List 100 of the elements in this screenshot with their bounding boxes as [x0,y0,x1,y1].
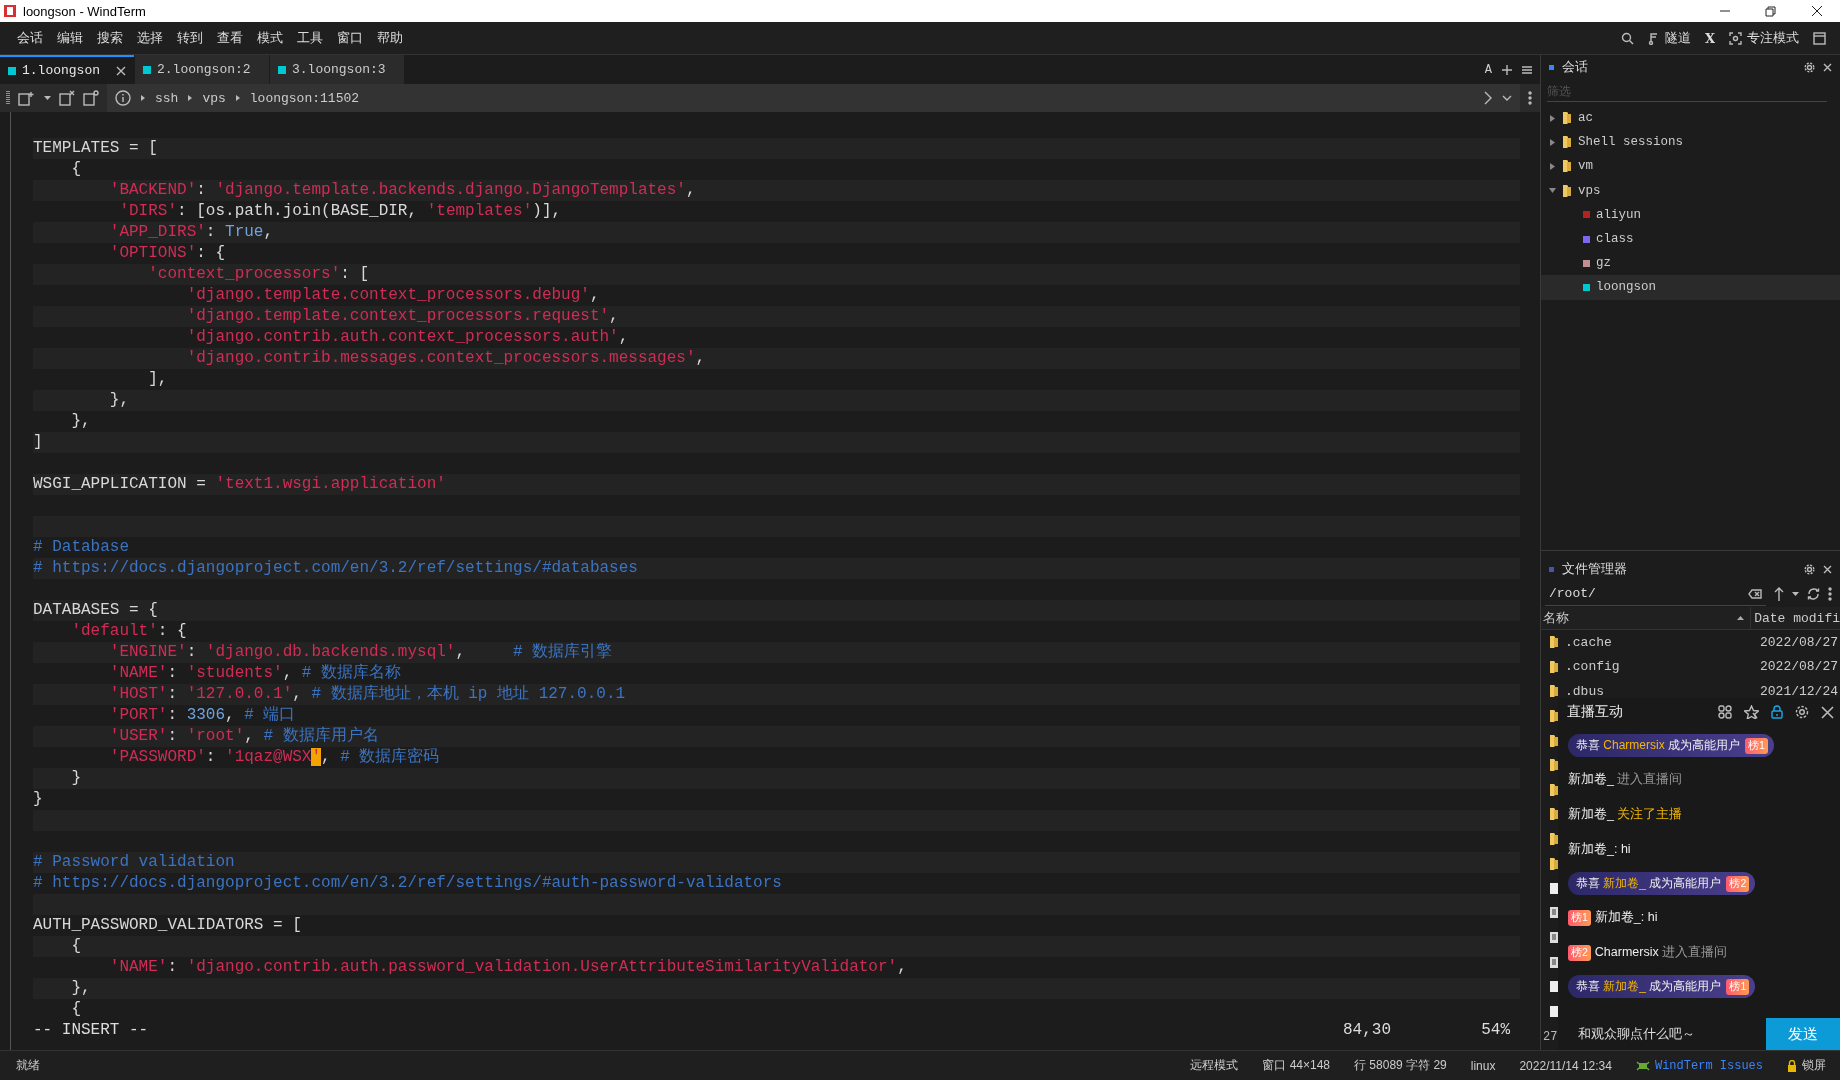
tree-item[interactable]: vm [1541,154,1840,179]
code-line: ] [33,433,43,451]
file-icon [1549,881,1559,895]
tree-item[interactable]: ac [1541,106,1840,131]
code-line: 'BACKEND': 'django.template.backends.django.DjangoTemplates', [108,181,696,199]
search-icon[interactable] [1620,31,1634,45]
file-name[interactable]: .cache [1559,634,1760,650]
add-icon[interactable] [1502,64,1512,75]
code-line: # Database [33,538,129,556]
x-button[interactable]: X [1704,30,1715,46]
chevron-right-icon[interactable] [1484,91,1492,105]
chat-input[interactable]: 和观众聊点什么吧～ [1558,1026,1766,1042]
tab[interactable]: 2.loongson:2 [135,55,269,84]
new-tab-icon[interactable] [18,90,36,106]
code-line: TEMPLATES = [ [33,139,158,157]
detach-icon[interactable] [59,90,75,106]
close-icon[interactable] [1823,62,1832,72]
lock-screen-button[interactable]: 锁屏 [1802,1057,1826,1074]
menu-item[interactable]: 工具 [290,25,330,51]
panel-icon [1549,64,1554,70]
panel-icon [1549,566,1554,572]
code-line: { [70,937,81,955]
file-name[interactable]: .config [1559,659,1760,675]
clear-icon[interactable] [1748,588,1762,599]
info-icon[interactable] [115,90,131,106]
menu-item[interactable]: 搜索 [90,25,130,51]
more-icon[interactable] [1528,91,1532,105]
issues-link[interactable]: WindTerm Issues [1654,1058,1763,1073]
gift-message: 恭喜 新加卷_ 成为高能用户 [1576,978,1722,995]
lock-icon [1787,1059,1797,1072]
focus-mode-button[interactable]: 专注模式 [1729,29,1799,47]
restore-icon[interactable] [1764,5,1778,17]
menu-icon[interactable] [1522,64,1532,75]
breadcrumb-item[interactable]: loongson:11502 [249,90,360,106]
menu-item[interactable]: 编辑 [50,25,90,51]
up-arrow-icon[interactable] [1774,587,1784,601]
tree-item[interactable]: Shell sessions [1541,130,1840,155]
breadcrumb-item[interactable]: vps [202,90,226,106]
caret-right-icon [188,95,193,101]
refresh-icon[interactable] [1807,587,1820,601]
panel-title: 会话 [1562,58,1588,76]
window-title: loongson - WindTerm [23,3,146,19]
file-name[interactable]: .dbus [1559,684,1760,699]
chevron-down-icon[interactable] [1502,95,1512,101]
editor-mode: -- INSERT -- [33,1020,149,1041]
document-icon [1549,955,1559,969]
menu-item[interactable]: 选择 [130,25,170,51]
close-icon[interactable] [1823,564,1832,574]
tree-item[interactable]: class [1541,226,1840,252]
clone-icon[interactable] [83,90,99,106]
tree-item[interactable]: gz [1541,251,1840,276]
path-field[interactable]: /root/ [1545,582,1766,606]
caret-icon[interactable] [44,96,51,100]
menu-item[interactable]: 会话 [10,25,50,51]
code-line: 'HOST': '127.0.0.1', # 数据库地址，本机 ip 地址 127.0.0.1 [108,685,626,703]
star-icon[interactable] [1744,705,1759,719]
collapsed-icon[interactable] [1550,114,1555,122]
tree-item[interactable]: vps [1541,178,1840,203]
expanded-icon[interactable] [1549,188,1556,194]
column-header[interactable]: Date modifi [1751,610,1840,626]
menu-item[interactable]: 模式 [250,25,290,51]
folder-icon [1562,135,1572,150]
close-icon[interactable] [1821,705,1834,719]
panel-title: 文件管理器 [1562,560,1627,578]
close-icon[interactable] [1810,5,1824,17]
layout-icon[interactable] [1813,31,1826,45]
file-icon [1549,980,1559,994]
folder-icon [1562,183,1572,198]
tree-item[interactable]: loongson [1541,275,1840,300]
breadcrumb-item[interactable]: ssh [155,90,179,106]
menu-item[interactable]: 转到 [170,25,210,51]
tree-item[interactable]: aliyun [1541,202,1840,227]
collapsed-icon[interactable] [1550,138,1555,146]
close-icon[interactable] [116,65,126,76]
code-line: DATABASES = { [33,601,158,619]
layout-icon[interactable] [1718,705,1732,719]
column-header[interactable]: 名称 [1541,607,1752,629]
menu-item[interactable]: 窗口 [330,25,370,51]
tab[interactable]: 3.loongson:3 [270,55,404,84]
settings-icon[interactable] [1795,705,1809,719]
settings-icon[interactable] [1804,61,1815,73]
status-text: 就绪 [16,1057,40,1074]
chat-message: 新加卷_ 关注了主播 [1568,806,1683,823]
menu-item[interactable]: 查看 [210,25,250,51]
file-icon [1549,1004,1559,1018]
grip-icon [6,90,10,106]
code-line: 'context_processors': [ [147,265,370,283]
code-line: } [33,790,43,808]
code-line: # https://docs.djangoproject.com/en/3.2/ref/settings/#auth-password-validators [33,874,782,892]
lock-icon[interactable] [1771,705,1783,719]
settings-icon[interactable] [1804,563,1815,575]
font-button[interactable]: A [1484,62,1492,77]
code-line: 'APP_DIRS': True, [108,223,274,241]
tunnel-button[interactable]: 隧道 [1647,29,1691,47]
code-line: 'PORT': 3306, # 端口 [108,706,296,724]
folder-icon [1549,782,1559,797]
menu-item[interactable]: 帮助 [370,25,410,51]
more-icon[interactable] [1828,587,1832,601]
caret-icon[interactable] [1792,592,1799,596]
collapsed-icon[interactable] [1550,162,1555,170]
